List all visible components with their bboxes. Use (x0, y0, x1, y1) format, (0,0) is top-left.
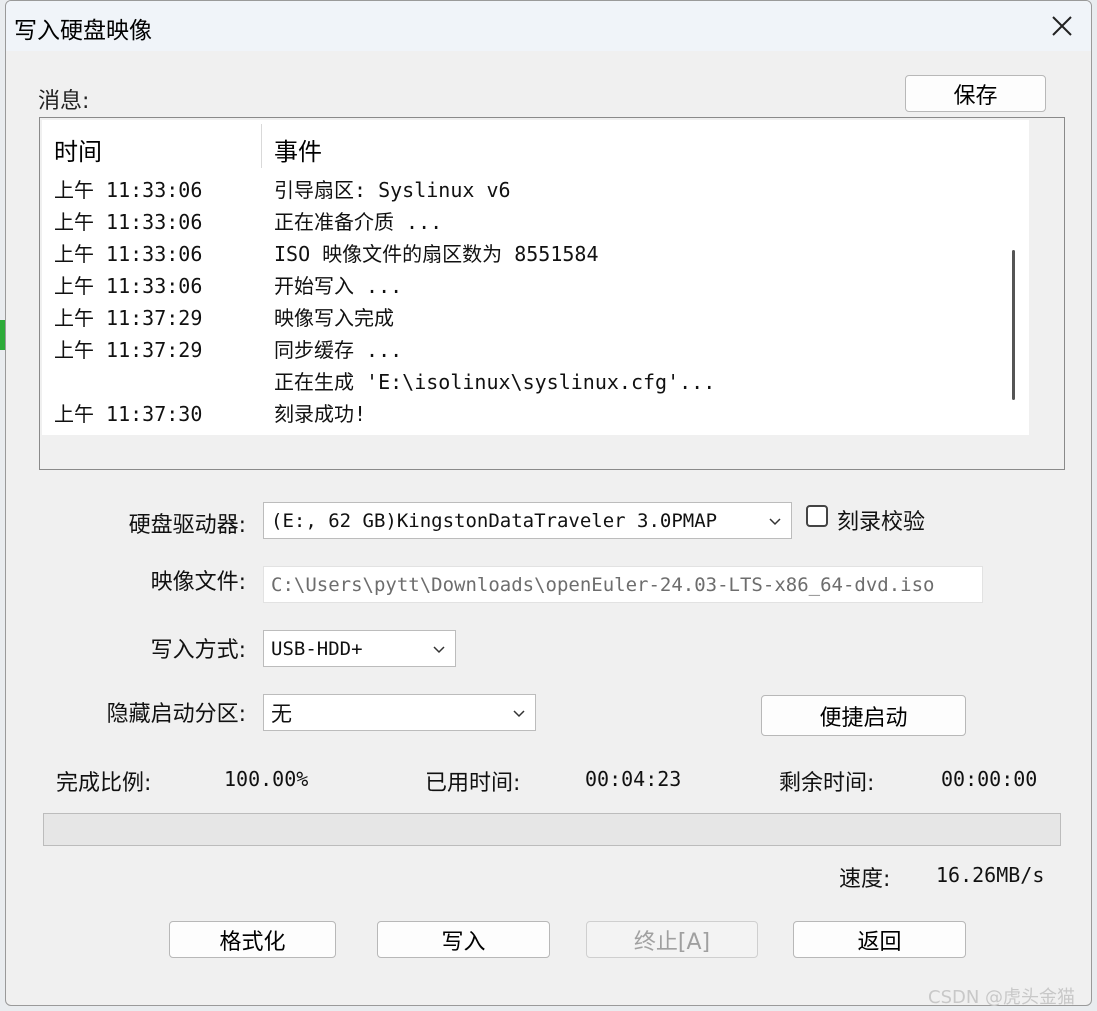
image-file-label: 映像文件: (150, 570, 246, 595)
quick-boot-button[interactable]: 便捷启动 (761, 695, 966, 736)
log-row: 上午 11:33:06 正在准备介质 ... (42, 204, 1029, 236)
chevron-down-icon (769, 517, 781, 525)
drive-select[interactable]: (E:, 62 GB)KingstonDataTraveler 3.0PMAP (263, 502, 792, 539)
drive-label: 硬盘驱动器: (128, 513, 246, 538)
log-event: 同步缓存 ... (274, 338, 403, 362)
remaining-value: 00:00:00 (941, 767, 1038, 791)
column-separator[interactable] (261, 124, 262, 168)
messages-label: 消息: (38, 89, 90, 114)
chevron-down-icon (433, 645, 445, 653)
log-row: 上午 11:33:06 ISO 映像文件的扇区数为 8551584 (42, 236, 1029, 268)
message-log-viewport: 时间 事件 上午 11:33:06 引导扇区: Syslinux v6 上午 1… (42, 120, 1029, 435)
percent-label: 完成比例: (56, 771, 152, 796)
hidden-partition-select[interactable]: 无 (263, 694, 536, 731)
progress-bar-fill (44, 814, 1060, 845)
close-icon (1052, 16, 1072, 36)
verify-checkbox[interactable] (806, 505, 828, 527)
hidden-partition-label: 隐藏启动分区: (106, 702, 246, 727)
watermark: CSDN @虎头金猫 (928, 987, 1076, 1008)
format-button[interactable]: 格式化 (169, 921, 336, 958)
log-time: 上午 11:37:29 (54, 306, 203, 330)
image-file-field[interactable]: C:\Users\pytt\Downloads\openEuler-24.03-… (263, 566, 983, 603)
chevron-down-icon (513, 709, 525, 717)
log-time: 上午 11:33:06 (54, 210, 203, 234)
window-title: 写入硬盘映像 (14, 18, 152, 44)
write-button[interactable]: 写入 (377, 921, 550, 958)
log-event: 正在准备介质 ... (274, 210, 443, 234)
log-row: 上午 11:33:06 开始写入 ... (42, 268, 1029, 300)
message-log[interactable]: 时间 事件 上午 11:33:06 引导扇区: Syslinux v6 上午 1… (39, 117, 1065, 470)
remaining-label: 剩余时间: (779, 771, 875, 796)
log-time: 上午 11:33:06 (54, 242, 203, 266)
stop-button[interactable]: 终止[A] (586, 921, 758, 958)
drive-select-value: (E:, 62 GB)KingstonDataTraveler 3.0PMAP (271, 509, 718, 532)
title-bar: 写入硬盘映像 (6, 1, 1091, 51)
log-row: 正在生成 'E:\isolinux\syslinux.cfg'... (42, 364, 1029, 396)
log-event: 开始写入 ... (274, 274, 403, 298)
hidden-partition-value: 无 (271, 701, 292, 726)
speed-label: 速度: (839, 867, 891, 892)
log-event: ISO 映像文件的扇区数为 8551584 (274, 242, 599, 266)
write-method-select[interactable]: USB-HDD+ (263, 630, 456, 667)
back-button[interactable]: 返回 (793, 921, 966, 958)
log-row: 上午 11:37:29 同步缓存 ... (42, 332, 1029, 364)
write-disk-image-dialog: 写入硬盘映像 消息: 保存 时间 事件 上午 11:33:06 引导扇区: Sy… (5, 0, 1092, 1006)
progress-bar (43, 813, 1061, 846)
close-button[interactable] (1033, 1, 1091, 51)
write-method-value: USB-HDD+ (271, 637, 363, 660)
log-event: 刻录成功! (274, 402, 367, 426)
log-time: 上午 11:37:30 (54, 402, 203, 426)
log-time: 上午 11:33:06 (54, 274, 203, 298)
image-file-value: C:\Users\pytt\Downloads\openEuler-24.03-… (271, 573, 935, 596)
log-row: 上午 11:33:06 引导扇区: Syslinux v6 (42, 172, 1029, 204)
verify-label[interactable]: 刻录校验 (837, 504, 925, 536)
log-row: 上午 11:37:30 刻录成功! (42, 396, 1029, 428)
log-row: 上午 11:37:29 映像写入完成 (42, 300, 1029, 332)
speed-value: 16.26MB/s (936, 863, 1045, 887)
column-header-event[interactable]: 事件 (274, 132, 322, 167)
log-event: 正在生成 'E:\isolinux\syslinux.cfg'... (274, 370, 716, 394)
save-button[interactable]: 保存 (905, 75, 1046, 112)
elapsed-value: 00:04:23 (585, 767, 682, 791)
log-time: 上午 11:37:29 (54, 338, 203, 362)
column-header-time[interactable]: 时间 (54, 132, 102, 167)
vertical-scrollbar[interactable] (1012, 250, 1015, 400)
elapsed-label: 已用时间: (425, 771, 521, 796)
write-method-label: 写入方式: (150, 638, 246, 663)
log-event: 引导扇区: Syslinux v6 (274, 178, 511, 202)
log-time: 上午 11:33:06 (54, 178, 203, 202)
log-event: 映像写入完成 (274, 306, 394, 330)
percent-value: 100.00% (224, 767, 309, 791)
